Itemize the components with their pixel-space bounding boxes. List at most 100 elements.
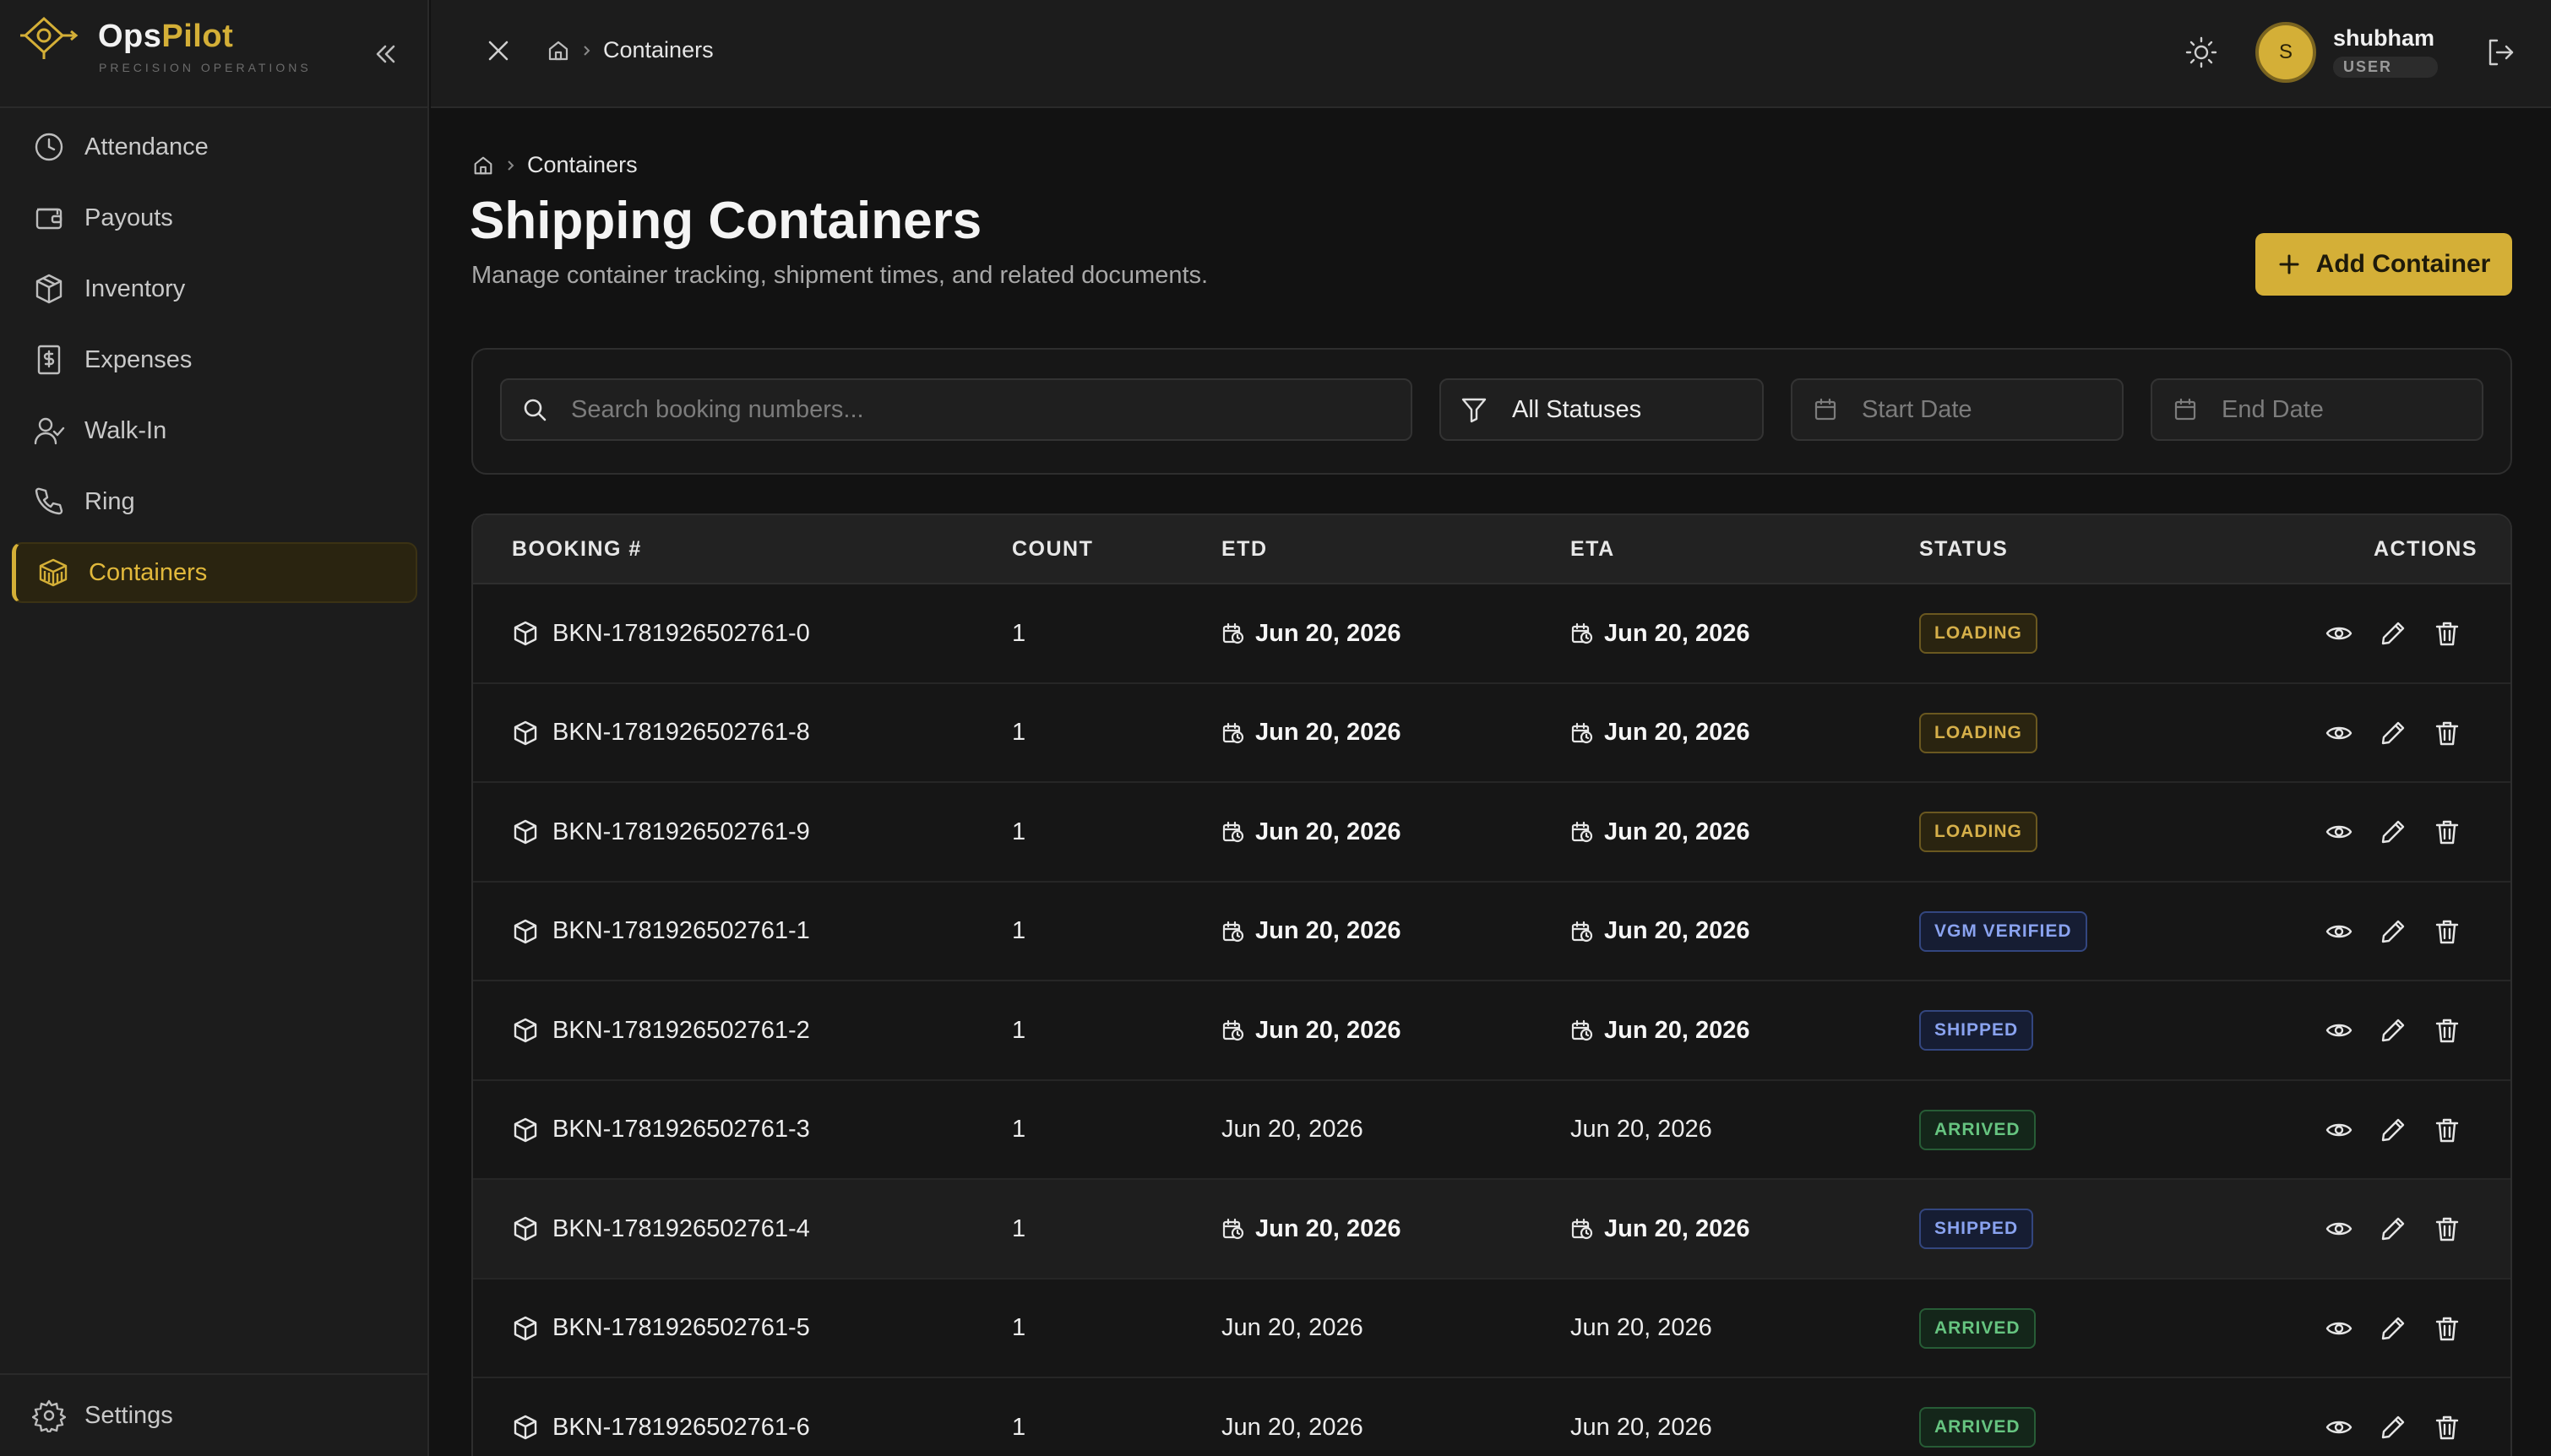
etd-date: Jun 20, 2026: [1255, 818, 1401, 845]
avatar[interactable]: S: [2255, 22, 2316, 83]
status-badge: SHIPPED: [1919, 1010, 2034, 1051]
start-date-input[interactable]: Start Date: [1791, 378, 2124, 441]
sidebar-item-expenses[interactable]: Expenses: [12, 329, 417, 390]
count-cell: 1: [1012, 619, 1026, 647]
row-actions: [2325, 1081, 2487, 1179]
delete-trash-icon[interactable]: [2433, 619, 2461, 648]
row-actions: [2325, 584, 2487, 682]
sidebar-item-label: Walk-In: [84, 416, 167, 444]
brand-tagline: PRECISION OPERATIONS: [99, 61, 312, 74]
sun-icon[interactable]: [2184, 35, 2218, 69]
delete-trash-icon[interactable]: [2433, 818, 2461, 846]
booking-number: BKN-1781926502761-3: [552, 1116, 810, 1143]
package-icon: [514, 720, 537, 745]
home-icon[interactable]: [471, 154, 495, 177]
etd-cell: Jun 20, 2026: [1221, 1081, 1363, 1179]
status-cell: LOADING: [1919, 783, 2037, 881]
table-row[interactable]: BKN-1781926502761-9 1 Jun 20, 2026 Jun 20, …: [473, 783, 2510, 883]
edit-pencil-icon[interactable]: [2379, 1214, 2407, 1243]
table-row[interactable]: BKN-1781926502761-8 1 Jun 20, 2026 Jun 20, …: [473, 684, 2510, 783]
delete-trash-icon[interactable]: [2433, 1314, 2461, 1343]
status-cell: ARRIVED: [1919, 1081, 2036, 1179]
view-eye-icon[interactable]: [2325, 1116, 2353, 1144]
edit-pencil-icon[interactable]: [2379, 1413, 2407, 1442]
view-eye-icon[interactable]: [2325, 1413, 2353, 1442]
table-row[interactable]: BKN-1781926502761-6 1 Jun 20, 2026 Jun 20, …: [473, 1378, 2510, 1456]
view-eye-icon[interactable]: [2325, 1016, 2353, 1045]
sidebar-item-ring[interactable]: Ring: [12, 471, 417, 532]
edit-pencil-icon[interactable]: [2379, 1016, 2407, 1045]
booking-cell: BKN-1781926502761-0: [512, 584, 810, 682]
table-row[interactable]: BKN-1781926502761-0 1 Jun 20, 2026 Jun 20, …: [473, 584, 2510, 684]
row-actions: [2325, 1279, 2487, 1377]
view-eye-icon[interactable]: [2325, 719, 2353, 747]
view-eye-icon[interactable]: [2325, 818, 2353, 846]
package-icon: [35, 274, 63, 304]
row-actions: [2325, 1180, 2487, 1278]
view-eye-icon[interactable]: [2325, 1214, 2353, 1243]
edit-pencil-icon[interactable]: [2379, 1116, 2407, 1144]
eta-date: Jun 20, 2026: [1570, 1413, 1712, 1441]
count-cell: 1: [1012, 818, 1026, 845]
sidebar-item-payouts[interactable]: Payouts: [12, 187, 417, 248]
user-info[interactable]: shubham USER: [2333, 25, 2439, 78]
view-eye-icon[interactable]: [2325, 917, 2353, 946]
table-row[interactable]: BKN-1781926502761-5 1 Jun 20, 2026 Jun 20, …: [473, 1279, 2510, 1378]
view-eye-icon[interactable]: [2325, 619, 2353, 648]
package-icon: [514, 1415, 537, 1440]
containers-table: BOOKING # COUNT ETD ETA STATUS ACTIONS B…: [471, 513, 2512, 1456]
delete-trash-icon[interactable]: [2433, 1214, 2461, 1243]
table-row[interactable]: BKN-1781926502761-4 1 Jun 20, 2026 Jun 20, …: [473, 1180, 2510, 1279]
table-row[interactable]: BKN-1781926502761-2 1 Jun 20, 2026 Jun 20, …: [473, 981, 2510, 1081]
sidebar-item-attendance[interactable]: Attendance: [12, 117, 417, 177]
delete-trash-icon[interactable]: [2433, 1116, 2461, 1144]
sidebar-item-containers[interactable]: Containers: [12, 542, 417, 603]
status-filter-select[interactable]: All Statuses: [1439, 378, 1764, 441]
etd-cell: Jun 20, 2026: [1221, 883, 1401, 981]
add-container-button[interactable]: Add Container: [2255, 233, 2512, 296]
etd-cell: Jun 20, 2026: [1221, 981, 1401, 1079]
logout-icon[interactable]: [2483, 35, 2517, 69]
booking-number: BKN-1781926502761-8: [552, 719, 810, 746]
search-input[interactable]: Search booking numbers...: [500, 378, 1412, 441]
header-count[interactable]: COUNT: [1012, 537, 1093, 562]
chevron-right-icon: [508, 160, 514, 171]
eta-date: Jun 20, 2026: [1570, 1314, 1712, 1341]
count-cell: 1: [1012, 917, 1026, 944]
sidebar-item-label: Containers: [89, 558, 208, 586]
header-eta[interactable]: ETA: [1570, 537, 1615, 562]
status-cell: SHIPPED: [1919, 1180, 2034, 1278]
booking-number: BKN-1781926502761-5: [552, 1314, 810, 1341]
table-row[interactable]: BKN-1781926502761-1 1 Jun 20, 2026 Jun 20, …: [473, 883, 2510, 981]
delete-trash-icon[interactable]: [2433, 719, 2461, 747]
sidebar-item-walk-in[interactable]: Walk-In: [12, 400, 417, 461]
end-date-input[interactable]: End Date: [2151, 378, 2483, 441]
edit-pencil-icon[interactable]: [2379, 917, 2407, 946]
start-date-placeholder: Start Date: [1862, 395, 1972, 423]
view-eye-icon[interactable]: [2325, 1314, 2353, 1343]
booking-number: BKN-1781926502761-4: [552, 1214, 810, 1242]
home-icon[interactable]: [546, 38, 571, 63]
sidebar-item-settings[interactable]: Settings: [32, 1399, 173, 1432]
delete-trash-icon[interactable]: [2433, 917, 2461, 946]
header-status[interactable]: STATUS: [1919, 537, 2008, 562]
edit-pencil-icon[interactable]: [2379, 619, 2407, 648]
sidebar-item-inventory[interactable]: Inventory: [12, 258, 417, 319]
eta-cell: Jun 20, 2026: [1570, 783, 1750, 881]
close-icon[interactable]: [483, 35, 514, 66]
package-icon: [514, 1216, 537, 1241]
edit-pencil-icon[interactable]: [2379, 1314, 2407, 1343]
header-etd[interactable]: ETD: [1221, 537, 1268, 562]
delete-trash-icon[interactable]: [2433, 1016, 2461, 1045]
calendar-icon: [2174, 398, 2196, 421]
collapse-sidebar-icon[interactable]: [368, 37, 402, 71]
edit-pencil-icon[interactable]: [2379, 818, 2407, 846]
table-row[interactable]: BKN-1781926502761-3 1 Jun 20, 2026 Jun 20, …: [473, 1081, 2510, 1180]
count-cell: 1: [1012, 1413, 1026, 1441]
edit-pencil-icon[interactable]: [2379, 719, 2407, 747]
header-booking[interactable]: BOOKING #: [512, 537, 642, 562]
sidebar-item-label: Inventory: [84, 274, 186, 302]
etd-cell: Jun 20, 2026: [1221, 783, 1401, 881]
sidebar-item-label: Settings: [84, 1401, 173, 1429]
delete-trash-icon[interactable]: [2433, 1413, 2461, 1442]
